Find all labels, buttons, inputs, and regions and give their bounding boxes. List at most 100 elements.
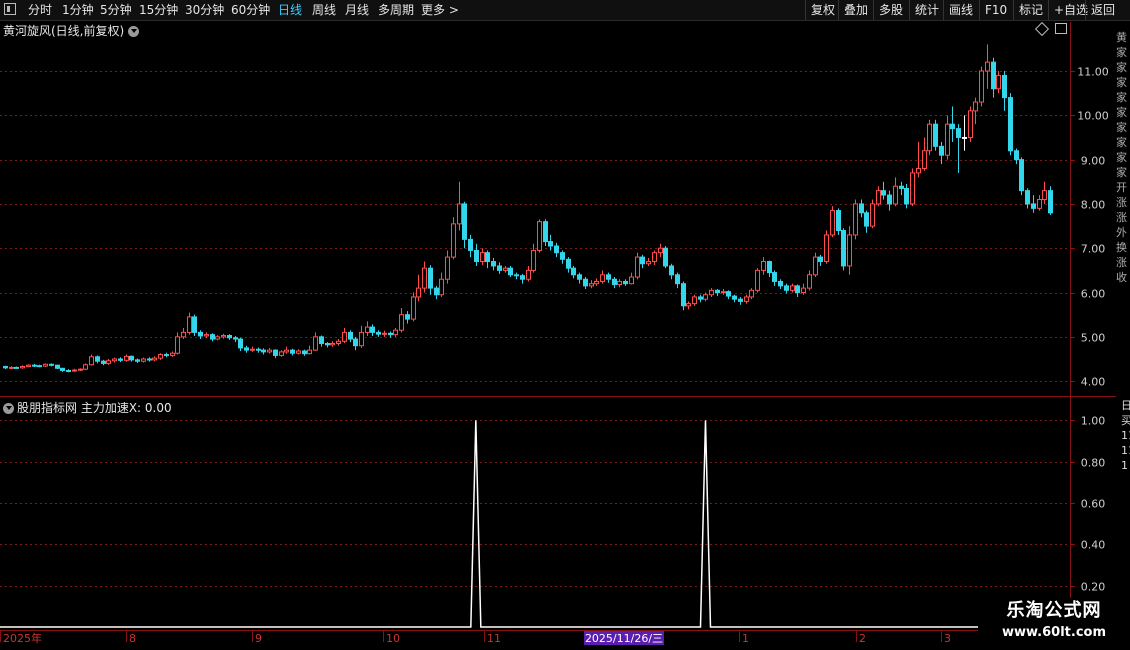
candle-body [612, 278, 617, 286]
candle-body [1025, 190, 1030, 205]
period-tab-1min[interactable]: 1分钟 [62, 2, 94, 18]
period-tab-multi[interactable]: 多周期 [378, 2, 414, 18]
diamond-icon[interactable] [1034, 21, 1050, 37]
indicator-dropdown-icon[interactable] [3, 403, 14, 414]
candle-body [353, 338, 358, 347]
candle-body [290, 349, 295, 354]
candle-body [881, 190, 886, 196]
candle-body [313, 336, 318, 351]
candle-body [307, 349, 312, 355]
candle-body [135, 359, 140, 362]
candle-body [847, 234, 852, 267]
candle-body [1008, 97, 1013, 152]
candle-body [26, 364, 31, 368]
price-chart[interactable]: 11.00 10.00 9.00 8.00 7.00 6.00 5.00 4.00 1.00 0.… [0, 0, 1130, 650]
candle-body [445, 256, 450, 280]
candle-body [78, 368, 83, 371]
statistics-button[interactable]: 统计 [909, 0, 944, 20]
candle-body [474, 249, 479, 263]
candle-body [1048, 190, 1053, 214]
candle-body [43, 363, 48, 367]
period-tab-5min[interactable]: 5分钟 [100, 2, 132, 18]
x-axis-label: 2025年 [3, 631, 42, 645]
candle-body [922, 150, 927, 169]
candle-body [968, 110, 973, 138]
candle-body [3, 366, 8, 369]
fuquan-button[interactable]: 复权 [805, 0, 840, 20]
indicator-title: 股朋指标网 主力加速X: 0.00 [3, 399, 172, 416]
period-tab-weekly[interactable]: 周线 [312, 2, 336, 18]
period-tab-30min[interactable]: 30分钟 [185, 2, 224, 18]
candle-body [181, 331, 186, 338]
period-tab-15min[interactable]: 15分钟 [139, 2, 178, 18]
candle-body [784, 285, 789, 291]
x-axis-label: 8 [129, 632, 136, 645]
candle-body [749, 289, 754, 298]
candle-body [514, 274, 519, 277]
candle-body [359, 331, 364, 347]
price-tick-label: 11.00 [1077, 66, 1109, 79]
mark-button[interactable]: 标记 [1013, 0, 1048, 20]
candle-body [428, 267, 433, 289]
watermark-title: 乐淘公式网 [1006, 600, 1102, 621]
candle-body [480, 252, 485, 263]
candle-body [124, 355, 129, 361]
period-tab-monthly[interactable]: 月线 [345, 2, 369, 18]
candle-body [370, 326, 375, 333]
candle-body [973, 101, 978, 112]
candle-body [566, 258, 571, 269]
period-tab-daily[interactable]: 日线 [278, 2, 302, 18]
candle-body [112, 358, 117, 362]
window-toggle-icon[interactable] [4, 3, 16, 15]
candle-body [726, 291, 731, 297]
candle-body [106, 360, 111, 364]
candle-body [342, 331, 347, 342]
panel-toggle-icon[interactable] [1055, 23, 1067, 34]
candle-body [790, 285, 795, 291]
candle-body [778, 280, 783, 287]
candle-body [14, 366, 19, 369]
period-toolbar: 分时 1分钟 5分钟 15分钟 30分钟 60分钟 日线 周线 月线 多周期 更… [0, 0, 1130, 21]
candle-body [365, 326, 370, 333]
candle-body [273, 349, 278, 356]
price-tick-label: 8.00 [1081, 199, 1106, 212]
x-axis-label: 3 [944, 632, 951, 645]
candle-body [72, 369, 77, 372]
overlay-button[interactable]: 叠加 [838, 0, 873, 20]
draw-line-button[interactable]: 画线 [943, 0, 978, 20]
cursor-date-label: 2025/11/26/三 [585, 632, 663, 645]
candle-body [382, 332, 387, 335]
price-tick-label: 5.00 [1081, 332, 1106, 345]
candle-body [439, 278, 444, 296]
candle-body [675, 274, 680, 285]
candle-body [330, 342, 335, 346]
candle-body [491, 261, 496, 267]
candle-body [227, 335, 232, 339]
candle-body [692, 296, 697, 305]
period-tab-60min[interactable]: 60分钟 [231, 2, 270, 18]
candle-body [393, 329, 398, 336]
watermark-url: www.60lt.com [1001, 625, 1107, 640]
candle-body [830, 210, 835, 236]
candle-body [939, 145, 944, 156]
candle-body [950, 123, 955, 130]
indicator-tick-label: 0.80 [1081, 457, 1106, 470]
candle-body [20, 366, 25, 369]
period-tab-fenshi[interactable]: 分时 [28, 2, 52, 18]
candle-body [985, 61, 990, 72]
back-button[interactable]: 返回 [1085, 0, 1120, 20]
candle-body [589, 283, 594, 287]
candle-body [215, 336, 220, 340]
candle-body [267, 349, 272, 353]
candle-body [302, 350, 307, 355]
dropdown-circle-icon[interactable] [128, 26, 140, 37]
period-more-button[interactable]: 更多 > [421, 2, 459, 18]
x-axis-label: 11 [487, 632, 501, 645]
candle-body [646, 261, 651, 265]
f10-button[interactable]: F10 [979, 0, 1012, 20]
candle-body [904, 187, 909, 205]
multi-stock-button[interactable]: 多股 [873, 0, 908, 20]
candle-body [583, 278, 588, 287]
candle-body [451, 223, 456, 258]
candle-body [606, 274, 611, 280]
